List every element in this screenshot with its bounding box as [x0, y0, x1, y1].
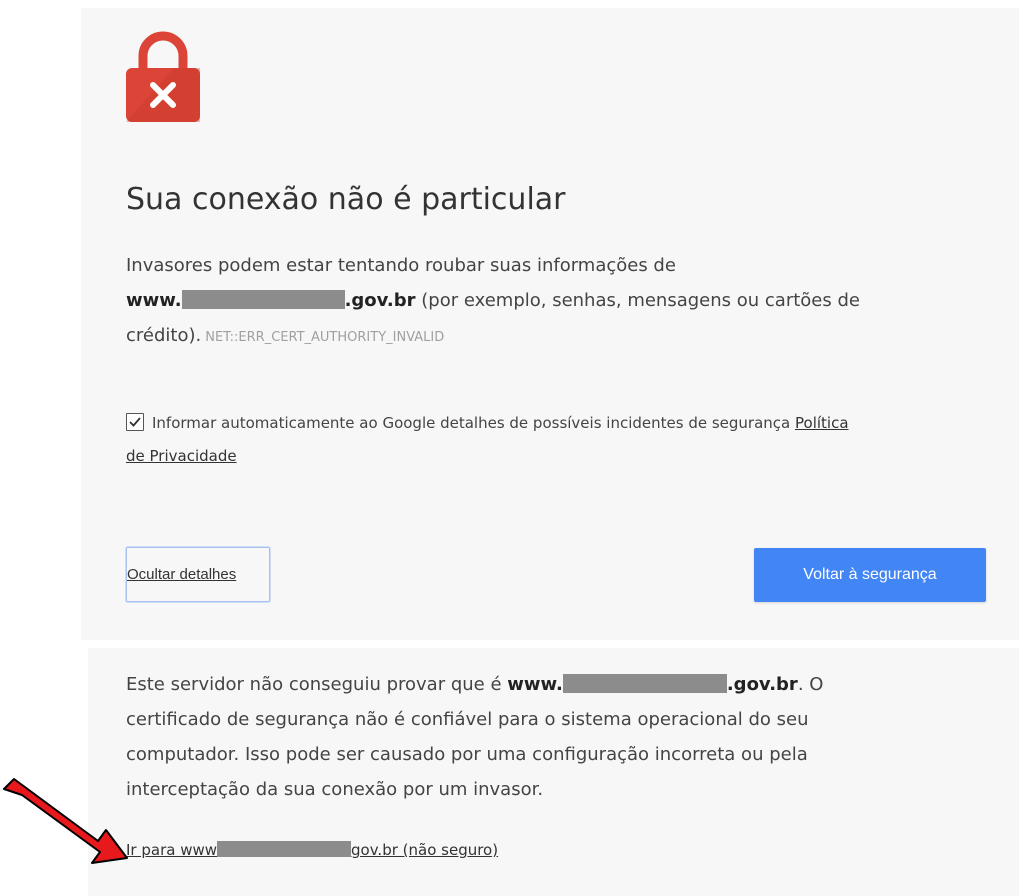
details-line-1-suffix: . O	[797, 674, 824, 695]
details-line-4: interceptação da sua conexão por um inva…	[126, 779, 544, 800]
lock-error-icon	[126, 31, 200, 122]
details-line-1: Este servidor não conseguiu provar que é…	[126, 667, 823, 702]
checkmark-icon	[129, 417, 141, 427]
report-text: Informar automaticamente ao Google detal…	[152, 414, 791, 432]
proceed-prefix: Ir para www	[126, 841, 218, 859]
report-checkbox[interactable]	[126, 413, 144, 431]
privacy-policy-link-cont[interactable]: de Privacidade	[126, 447, 237, 465]
details-line-3: computador. Isso pode ser causado por um…	[126, 744, 808, 765]
details-line-1-prefix: Este servidor não conseguiu provar que é	[126, 674, 508, 695]
intro-line-2-rest: (por exemplo, senhas, mensagens ou cartõ…	[415, 290, 860, 311]
proceed-unsafe-link[interactable]: Ir para www gov.br (não seguro)	[126, 841, 498, 859]
intro-line-1: Invasores podem estar tentando roubar su…	[126, 255, 676, 276]
host-suffix: .gov.br	[344, 290, 416, 311]
hide-details-button[interactable]: Ocultar detalhes	[126, 547, 270, 602]
privacy-policy-link[interactable]: Política	[795, 414, 849, 432]
intro-text: Invasores podem estar tentando roubar su…	[126, 248, 860, 353]
back-to-safety-button[interactable]: Voltar à segurança	[754, 548, 986, 602]
redacted-hostname	[562, 674, 727, 693]
details-line-2: certificado de segurança não é confiável…	[126, 709, 809, 730]
redacted-hostname	[181, 290, 345, 309]
intro-line-3: crédito). NET::ERR_CERT_AUTHORITY_INVALID	[126, 318, 860, 353]
details-host-suffix: .gov.br	[726, 674, 798, 695]
host-prefix: www.	[126, 290, 182, 311]
red-arrow-icon	[3, 778, 128, 864]
details-host-prefix: www.	[507, 674, 563, 695]
report-option: Informar automaticamente ao Google detal…	[126, 407, 849, 473]
intro-line-2: www. .gov.br (por exemplo, senhas, mensag…	[126, 283, 860, 318]
intro-credit-text: crédito).	[126, 325, 202, 346]
error-code: NET::ERR_CERT_AUTHORITY_INVALID	[205, 330, 445, 345]
proceed-suffix: gov.br (não seguro)	[351, 841, 499, 859]
details-text: Este servidor não conseguiu provar que é…	[126, 667, 823, 807]
redacted-hostname	[217, 841, 352, 857]
page-title: Sua conexão não é particular	[126, 182, 566, 217]
